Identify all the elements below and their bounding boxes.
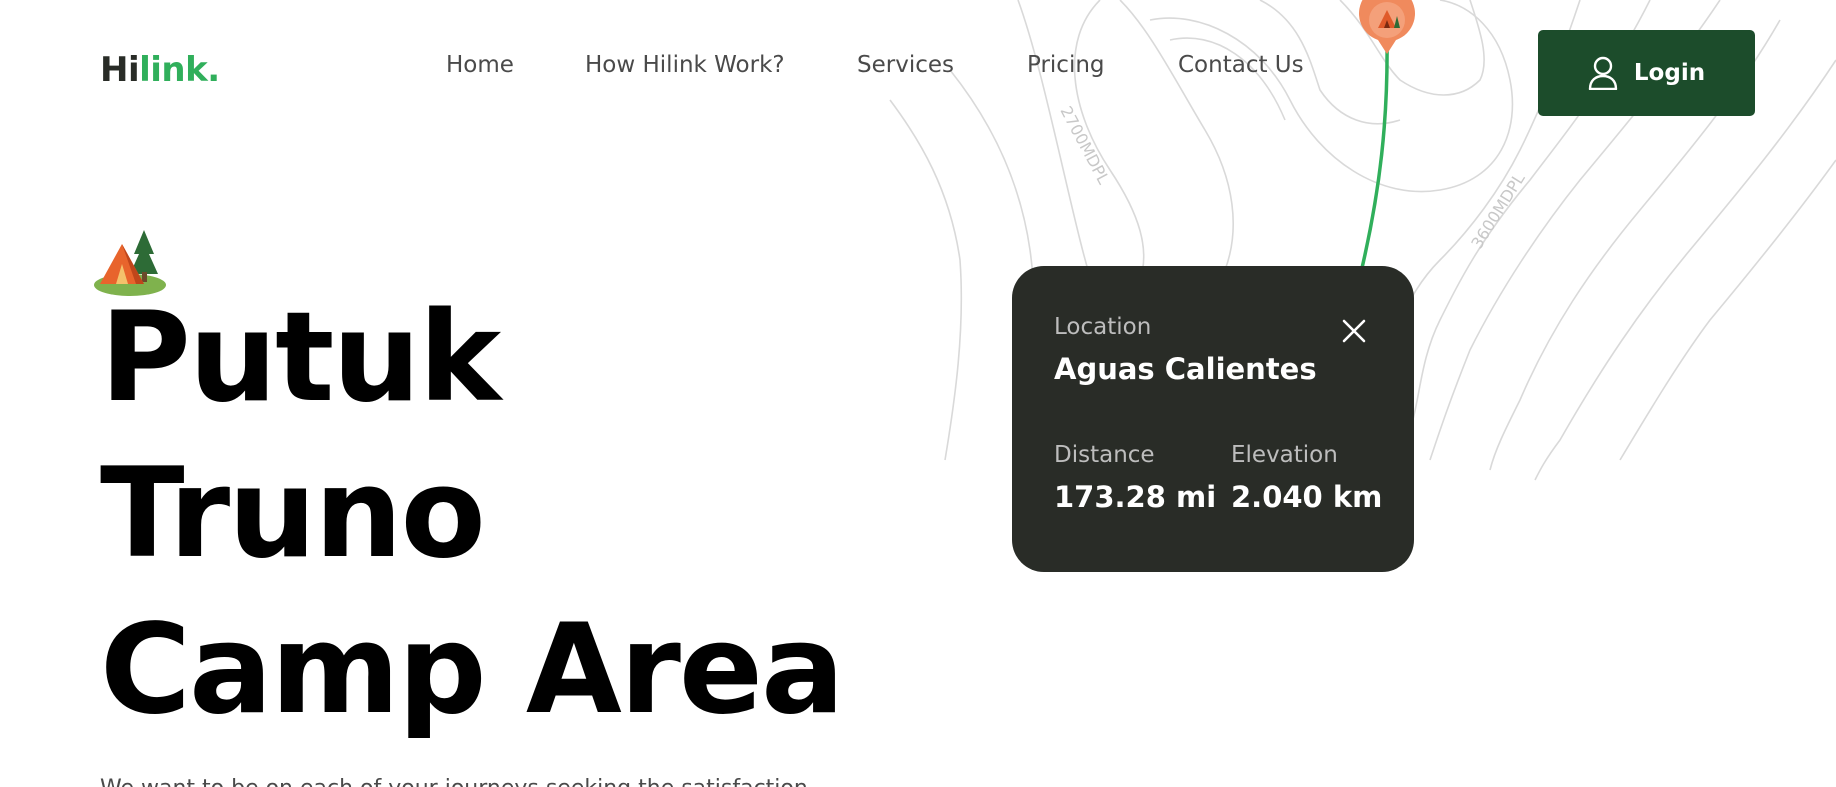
camp-pin-icon[interactable] — [1358, 0, 1416, 56]
nav-services[interactable]: Services — [857, 52, 954, 78]
elevation-value: 2.040 km — [1231, 480, 1383, 514]
logo-accent-text: link. — [139, 50, 220, 90]
hero-title-line-1: Putuk — [100, 286, 501, 430]
contour-label-3600: 3600MDPL — [1467, 170, 1528, 253]
nav-how-hilink-work[interactable]: How Hilink Work? — [585, 52, 785, 78]
hero-title-line-3: Camp Area — [100, 598, 845, 742]
login-button[interactable]: Login — [1538, 30, 1755, 116]
route-line — [1360, 39, 1389, 269]
nav-pricing[interactable]: Pricing — [1027, 52, 1105, 78]
distance-value: 173.28 mi — [1054, 480, 1217, 514]
user-icon — [1588, 56, 1618, 90]
hero-title: Putuk Truno Camp Area — [100, 280, 845, 748]
hero-subtitle: We want to be on each of your journeys s… — [100, 776, 808, 787]
close-icon[interactable] — [1340, 317, 1368, 345]
contour-label-2700: 2700MDPL — [1056, 103, 1113, 187]
nav-home[interactable]: Home — [446, 52, 514, 78]
login-label: Login — [1633, 60, 1706, 86]
elevation-label: Elevation — [1231, 442, 1338, 468]
location-label: Location — [1054, 314, 1152, 340]
landing-page: 2700MDPL 3600MDPL Hilink. Home How Hilin… — [0, 0, 1836, 787]
distance-label: Distance — [1054, 442, 1155, 468]
hero-title-line-2: Truno — [100, 442, 486, 586]
location-card: Location Aguas Calientes Distance 173.28… — [1012, 266, 1414, 572]
logo-main-text: Hi — [100, 50, 140, 90]
nav-contact-us[interactable]: Contact Us — [1178, 52, 1304, 78]
location-value: Aguas Calientes — [1054, 352, 1317, 386]
logo[interactable]: Hilink. — [100, 50, 220, 90]
